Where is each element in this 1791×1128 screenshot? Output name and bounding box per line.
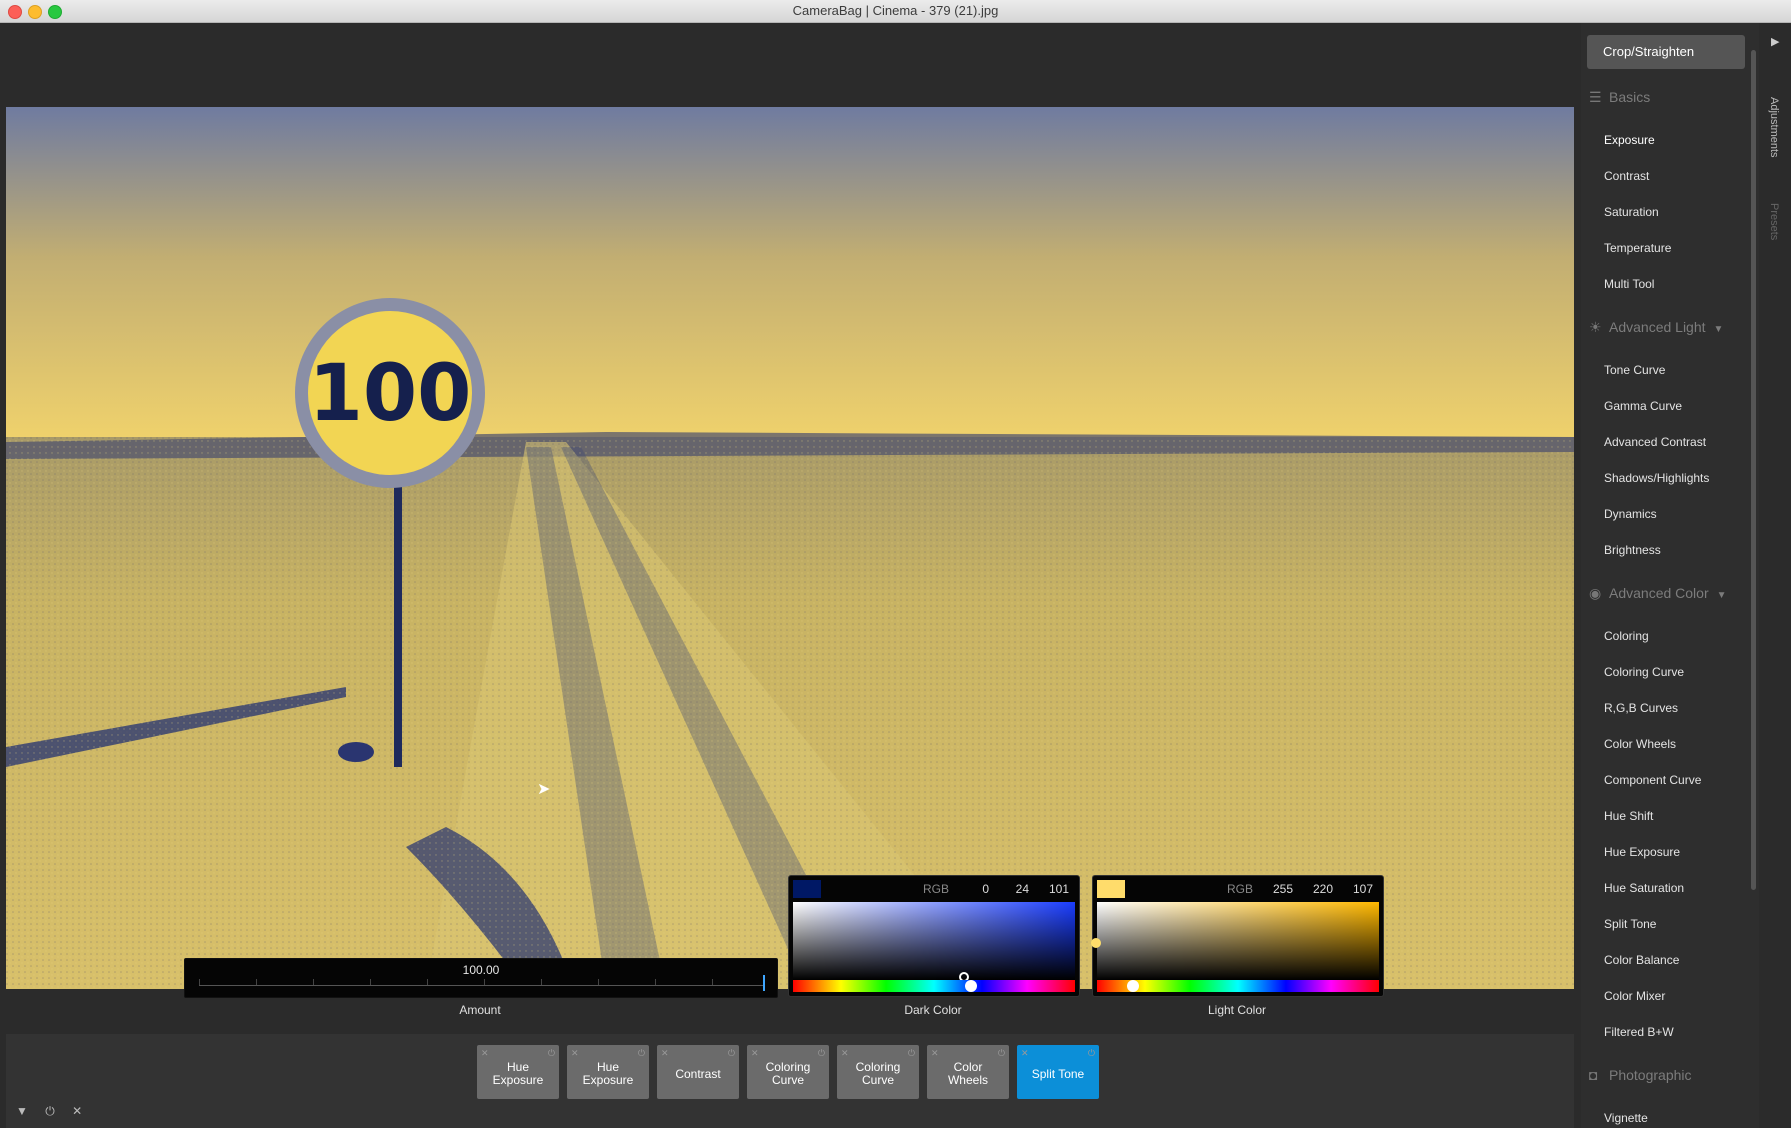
- amount-thumb[interactable]: [763, 975, 765, 991]
- light-color-rgb: RGB 255 220 107: [1226, 882, 1373, 896]
- power-icon[interactable]: ⏻: [548, 1047, 555, 1060]
- sidebar-item-vignette[interactable]: Vignette: [1604, 1111, 1648, 1125]
- remove-icon[interactable]: ✕: [481, 1047, 489, 1060]
- sun-icon: ☀: [1589, 319, 1602, 335]
- dark-color-field[interactable]: [793, 902, 1075, 980]
- light-color-b[interactable]: 107: [1333, 882, 1373, 896]
- section-advanced-light[interactable]: ☀ Advanced Light ▼: [1589, 319, 1723, 336]
- sidebar-item-coloring[interactable]: Coloring: [1604, 629, 1649, 643]
- section-advanced-color[interactable]: ◉ Advanced Color ▼: [1589, 585, 1727, 602]
- remove-icon[interactable]: ✕: [1021, 1047, 1029, 1060]
- power-icon[interactable]: ⏻: [998, 1047, 1005, 1060]
- power-icon[interactable]: ⏻: [45, 1104, 55, 1118]
- dark-color-r[interactable]: 0: [949, 882, 989, 896]
- power-icon[interactable]: ⏻: [818, 1047, 825, 1060]
- dark-color-label: Dark Color: [904, 1003, 962, 1017]
- section-basics[interactable]: ☰ Basics: [1589, 89, 1650, 106]
- sidebar-item-brightness[interactable]: Brightness: [1604, 543, 1661, 557]
- sidebar-item-coloring-curve[interactable]: Coloring Curve: [1604, 665, 1684, 679]
- camera-icon: ◘: [1589, 1067, 1598, 1083]
- sidebar-item-tone-curve[interactable]: Tone Curve: [1604, 363, 1665, 377]
- amount-label: Amount: [459, 1003, 501, 1017]
- sidebar-item-saturation[interactable]: Saturation: [1604, 205, 1659, 219]
- light-color-swatch: [1097, 880, 1125, 898]
- light-color-picker[interactable]: RGB 255 220 107: [1091, 875, 1384, 997]
- sidebar-item-component-curve[interactable]: Component Curve: [1604, 773, 1701, 787]
- bottom-toolbar: ▼ ⏻ ✕: [16, 1104, 96, 1119]
- light-color-label: Light Color: [1207, 1003, 1267, 1017]
- sidebar-item-temperature[interactable]: Temperature: [1604, 241, 1671, 255]
- photo-preview[interactable]: 100: [6, 107, 1574, 989]
- dark-color-g[interactable]: 24: [989, 882, 1029, 896]
- sidebar-item-multi-tool[interactable]: Multi Tool: [1604, 277, 1654, 291]
- remove-icon[interactable]: ✕: [931, 1047, 939, 1060]
- crop-straighten-button[interactable]: Crop/Straighten: [1587, 35, 1745, 69]
- sidebar-item-exposure[interactable]: Exposure: [1604, 133, 1655, 147]
- stack-chip-contrast[interactable]: ✕ ⏻ Contrast: [657, 1045, 739, 1099]
- collapse-icon[interactable]: ▼: [16, 1104, 28, 1118]
- dark-color-hue-bar[interactable]: [793, 980, 1075, 992]
- amount-track: [199, 985, 763, 986]
- sidebar-item-color-wheels[interactable]: Color Wheels: [1604, 737, 1676, 751]
- tab-adjustments[interactable]: Adjustments: [1768, 97, 1780, 158]
- stack-chip-color-wheels[interactable]: ✕ ⏻ Color Wheels: [927, 1045, 1009, 1099]
- light-color-g[interactable]: 220: [1293, 882, 1333, 896]
- sidebar-item-hue-saturation[interactable]: Hue Saturation: [1604, 881, 1684, 895]
- sidebar-scrollbar[interactable]: [1751, 50, 1756, 890]
- window-title: CameraBag | Cinema - 379 (21).jpg: [792, 3, 999, 18]
- palette-icon: ◉: [1589, 585, 1602, 601]
- power-icon[interactable]: ⏻: [638, 1047, 645, 1060]
- title-bar: CameraBag | Cinema - 379 (21).jpg: [0, 0, 1791, 23]
- sidebar-item-rgb-curves[interactable]: R,G,B Curves: [1604, 701, 1678, 715]
- light-color-field[interactable]: [1097, 902, 1379, 980]
- sidebar-item-split-tone[interactable]: Split Tone: [1604, 917, 1656, 931]
- chevron-down-icon: ▼: [1716, 590, 1727, 601]
- light-color-knob[interactable]: [1091, 938, 1101, 948]
- stack-chip-coloring-curve-2[interactable]: ✕ ⏻ Coloring Curve: [837, 1045, 919, 1099]
- light-color-r[interactable]: 255: [1253, 882, 1293, 896]
- remove-icon[interactable]: ✕: [571, 1047, 579, 1060]
- sidebar-item-contrast[interactable]: Contrast: [1604, 169, 1649, 183]
- mouse-cursor-icon: ➤: [537, 781, 551, 798]
- stack-chip-split-tone[interactable]: ✕ ⏻ Split Tone: [1017, 1045, 1099, 1099]
- stack-chip-hue-exposure-1[interactable]: ✕ ⏻ Hue Exposure: [477, 1045, 559, 1099]
- sliders-icon: ☰: [1589, 89, 1602, 105]
- light-color-hue-knob[interactable]: [1127, 980, 1139, 992]
- chevron-down-icon: ▼: [1713, 324, 1724, 335]
- power-icon[interactable]: ⏻: [908, 1047, 915, 1060]
- amount-value: 100.00: [462, 963, 500, 977]
- photo-image: 100: [6, 107, 1574, 989]
- section-photographic[interactable]: ◘ Photographic: [1589, 1067, 1692, 1083]
- sidebar-item-color-balance[interactable]: Color Balance: [1604, 953, 1679, 967]
- stack-chip-coloring-curve-1[interactable]: ✕ ⏻ Coloring Curve: [747, 1045, 829, 1099]
- sidebar-item-advanced-contrast[interactable]: Advanced Contrast: [1604, 435, 1706, 449]
- sidebar-item-filtered-bw[interactable]: Filtered B+W: [1604, 1025, 1674, 1039]
- tab-presets[interactable]: Presets: [1768, 203, 1780, 240]
- remove-icon[interactable]: ✕: [841, 1047, 849, 1060]
- power-icon[interactable]: ⏻: [1088, 1047, 1095, 1060]
- close-icon[interactable]: ✕: [72, 1104, 82, 1118]
- dark-color-rgb: RGB 0 24 101: [922, 882, 1069, 896]
- power-icon[interactable]: ⏻: [728, 1047, 735, 1060]
- dark-color-swatch: [793, 880, 821, 898]
- sidebar-item-gamma-curve[interactable]: Gamma Curve: [1604, 399, 1682, 413]
- amount-slider[interactable]: 100.00: [184, 958, 778, 998]
- light-color-hue-bar[interactable]: [1097, 980, 1379, 992]
- dark-color-picker[interactable]: RGB 0 24 101: [788, 875, 1080, 997]
- adjustments-sidebar: Crop/Straighten ☰ Basics Exposure Contras…: [1581, 23, 1759, 1128]
- sidebar-item-hue-exposure[interactable]: Hue Exposure: [1604, 845, 1680, 859]
- dark-color-b[interactable]: 101: [1029, 882, 1069, 896]
- sidebar-item-hue-shift[interactable]: Hue Shift: [1604, 809, 1653, 823]
- play-icon[interactable]: ▶: [1771, 35, 1779, 48]
- remove-icon[interactable]: ✕: [661, 1047, 669, 1060]
- stack-chip-hue-exposure-2[interactable]: ✕ ⏻ Hue Exposure: [567, 1045, 649, 1099]
- sidebar-item-shadows-highlights[interactable]: Shadows/Highlights: [1604, 471, 1709, 485]
- side-tabs: ▶ Adjustments Presets: [1759, 23, 1791, 1128]
- sidebar-item-color-mixer[interactable]: Color Mixer: [1604, 989, 1665, 1003]
- sidebar-item-dynamics[interactable]: Dynamics: [1604, 507, 1657, 521]
- remove-icon[interactable]: ✕: [751, 1047, 759, 1060]
- speed-sign-text: 100: [309, 349, 472, 439]
- dark-color-hue-knob[interactable]: [965, 980, 977, 992]
